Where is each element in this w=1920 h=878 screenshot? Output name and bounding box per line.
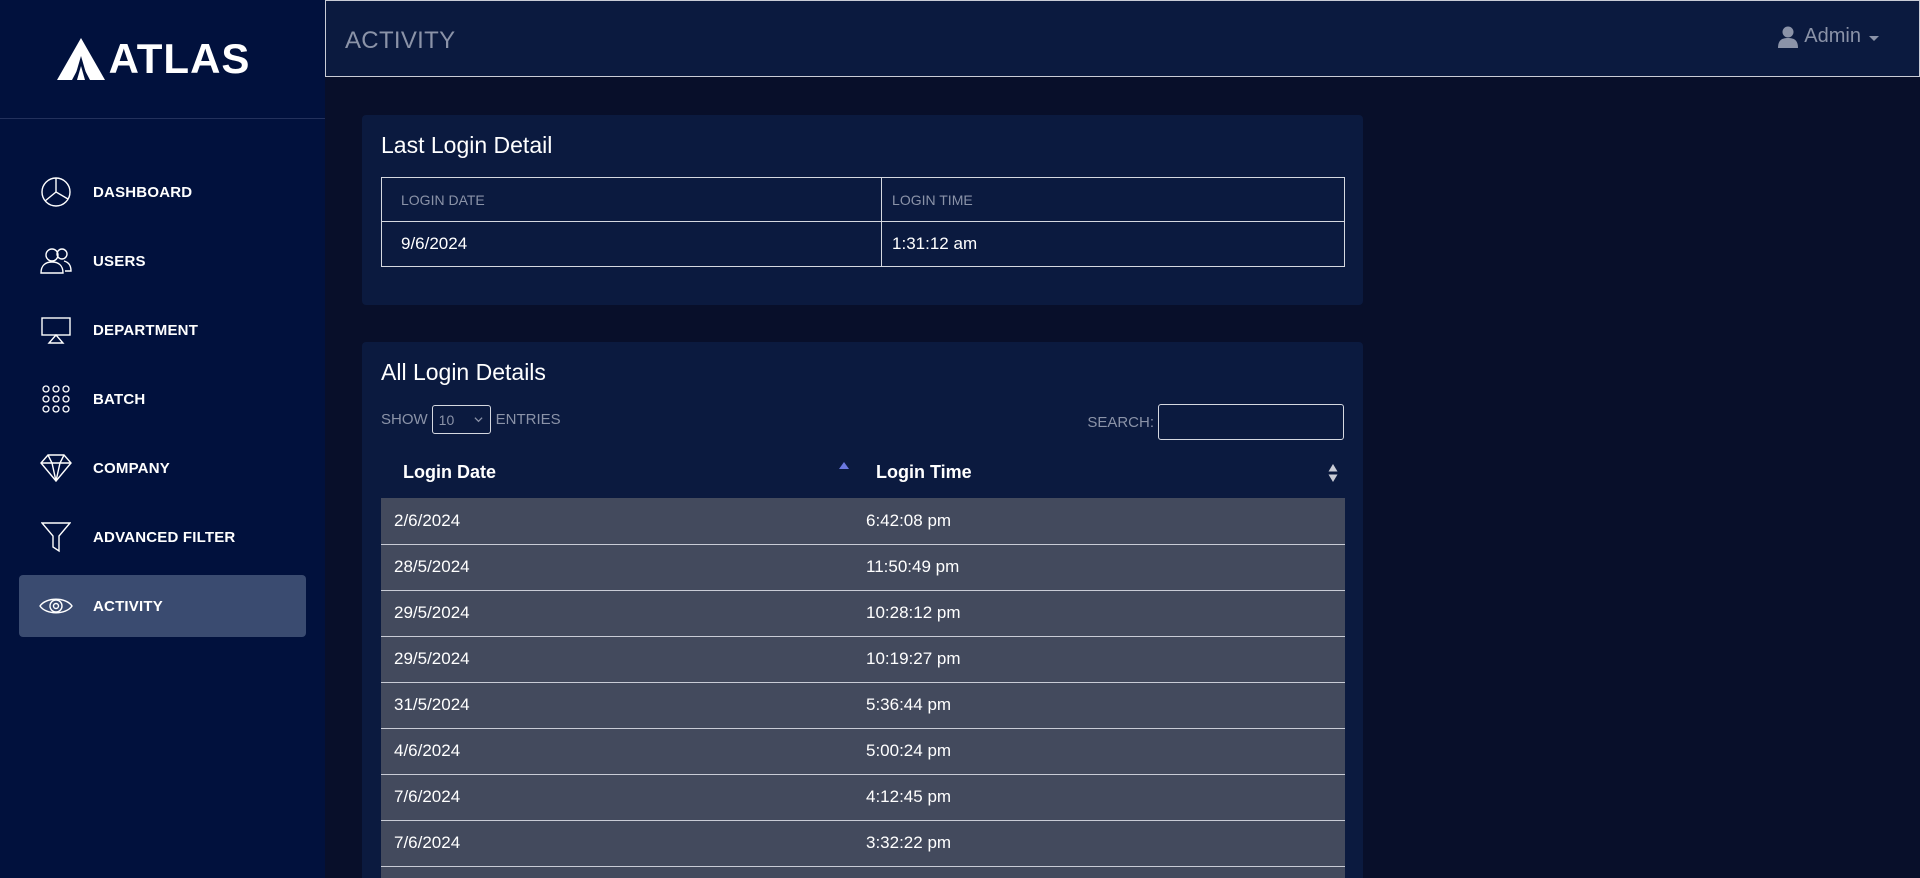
sidebar-item-label: DEPARTMENT xyxy=(93,321,199,339)
login-time-cell: 5:36:44 pm xyxy=(858,682,1345,729)
table-row[interactable]: 4/6/2024 5:00:24 pm xyxy=(381,728,1345,775)
search-control: SEARCH: xyxy=(1087,404,1344,440)
login-date-cell: 29/5/2024 xyxy=(381,636,858,683)
column-header-login-date: LOGIN DATE xyxy=(380,177,883,222)
table-row[interactable]: 29/5/2024 10:28:12 pm xyxy=(381,590,1345,637)
column-header-label: Login Time xyxy=(876,461,972,482)
sidebar-item-label: DASHBOARD xyxy=(93,183,193,201)
sidebar-item-label: COMPANY xyxy=(93,459,170,477)
login-date-cell: 7/6/2024 xyxy=(381,820,858,867)
login-date-cell xyxy=(381,866,858,878)
entries-length-control: SHOW 10 ENTRIES xyxy=(381,405,561,434)
table-row: 9/6/2024 1:31:12 am xyxy=(380,221,1345,267)
login-date-cell: 28/5/2024 xyxy=(381,544,858,591)
users-icon xyxy=(39,244,73,278)
sidebar-item-label: ADVANCED FILTER xyxy=(93,528,236,546)
sort-ascending-icon xyxy=(839,462,849,469)
column-header-login-time: LOGIN TIME xyxy=(881,177,1345,222)
diamond-icon xyxy=(39,451,73,485)
top-header: ACTIVITY Admin xyxy=(325,0,1920,77)
sidebar-item-dashboard[interactable]: DASHBOARD xyxy=(19,161,306,223)
user-name: Admin xyxy=(1804,25,1861,47)
entries-label: ENTRIES xyxy=(495,411,561,428)
sidebar-item-users[interactable]: USERS xyxy=(19,230,306,292)
user-icon xyxy=(1778,26,1799,48)
sidebar-item-batch[interactable]: BATCH xyxy=(19,368,306,430)
table-row[interactable]: 2/6/2024 6:42:08 pm xyxy=(381,498,1345,545)
column-header-login-time[interactable]: Login Time xyxy=(858,446,1345,498)
eye-icon xyxy=(39,589,73,623)
show-label: SHOW xyxy=(381,411,428,428)
search-label: SEARCH: xyxy=(1087,413,1154,431)
table-row[interactable]: 7/6/2024 3:32:22 pm xyxy=(381,820,1345,867)
table-row[interactable]: 7/6/2024 4:12:45 pm xyxy=(381,774,1345,821)
panel-title: Last Login Detail xyxy=(381,132,553,158)
last-login-panel: Last Login Detail LOGIN DATE LOGIN TIME … xyxy=(362,115,1363,305)
caret-down-icon xyxy=(1869,35,1879,41)
page-title: ACTIVITY xyxy=(345,27,456,54)
login-time-cell: 5:00:24 pm xyxy=(858,728,1345,775)
login-time-cell: 4:12:45 pm xyxy=(858,774,1345,821)
sidebar-item-advanced-filter[interactable]: ADVANCED FILTER xyxy=(19,506,306,568)
login-date-cell: 7/6/2024 xyxy=(381,774,858,821)
all-logins-table: Login Date Login Time 2/6/2024 6:42:08 pm… xyxy=(381,446,1345,878)
grid-dots-icon xyxy=(39,382,73,416)
login-time-cell: 10:28:12 pm xyxy=(858,590,1345,637)
brand-name: ATLAS xyxy=(108,35,251,82)
atlas-logo-icon xyxy=(56,38,105,80)
login-time-cell xyxy=(858,866,1345,878)
column-header-label: Login Date xyxy=(403,461,496,482)
sidebar-item-activity[interactable]: ACTIVITY xyxy=(19,575,306,637)
entries-select[interactable]: 10 xyxy=(431,405,491,434)
login-date-cell: 29/5/2024 xyxy=(381,590,858,637)
panel-title: All Login Details xyxy=(381,359,546,385)
login-time-cell: 3:32:22 pm xyxy=(858,820,1345,867)
login-time-cell: 1:31:12 am xyxy=(881,221,1345,267)
login-time-cell: 6:42:08 pm xyxy=(858,498,1345,545)
login-date-cell: 4/6/2024 xyxy=(381,728,858,775)
table-header-row: Login Date Login Time xyxy=(381,446,1345,498)
sidebar: ATLAS DASHBOARD USERS DEPARTMENT BATCH C… xyxy=(0,0,325,878)
search-input[interactable] xyxy=(1158,404,1344,440)
sort-both-icon xyxy=(1328,464,1338,482)
sidebar-item-label: BATCH xyxy=(93,390,146,408)
sidebar-nav: DASHBOARD USERS DEPARTMENT BATCH COMPANY xyxy=(0,119,325,637)
login-time-cell: 11:50:49 pm xyxy=(858,544,1345,591)
login-date-cell: 9/6/2024 xyxy=(380,221,883,267)
table-row[interactable] xyxy=(381,866,1345,878)
chevron-down-icon xyxy=(474,417,483,423)
sidebar-item-label: USERS xyxy=(93,252,146,270)
table-row[interactable]: 28/5/2024 11:50:49 pm xyxy=(381,544,1345,591)
last-login-table: LOGIN DATE LOGIN TIME 9/6/2024 1:31:12 a… xyxy=(380,177,1345,267)
filter-icon xyxy=(39,520,73,554)
user-menu-dropdown[interactable]: Admin xyxy=(1778,25,1879,48)
table-row[interactable]: 31/5/2024 5:36:44 pm xyxy=(381,682,1345,729)
table-header-row: LOGIN DATE LOGIN TIME xyxy=(380,177,1345,222)
column-header-login-date[interactable]: Login Date xyxy=(381,446,858,498)
sidebar-item-company[interactable]: COMPANY xyxy=(19,437,306,499)
brand-logo[interactable]: ATLAS xyxy=(0,0,325,119)
all-logins-panel: All Login Details SHOW 10 ENTRIES SEARCH… xyxy=(362,342,1363,878)
sidebar-item-department[interactable]: DEPARTMENT xyxy=(19,299,306,361)
table-row[interactable]: 29/5/2024 10:19:27 pm xyxy=(381,636,1345,683)
presentation-icon xyxy=(39,313,73,347)
pie-chart-icon xyxy=(39,175,73,209)
entries-value: 10 xyxy=(438,411,455,428)
sidebar-item-label: ACTIVITY xyxy=(93,597,163,615)
login-date-cell: 2/6/2024 xyxy=(381,498,858,545)
login-date-cell: 31/5/2024 xyxy=(381,682,858,729)
login-time-cell: 10:19:27 pm xyxy=(858,636,1345,683)
